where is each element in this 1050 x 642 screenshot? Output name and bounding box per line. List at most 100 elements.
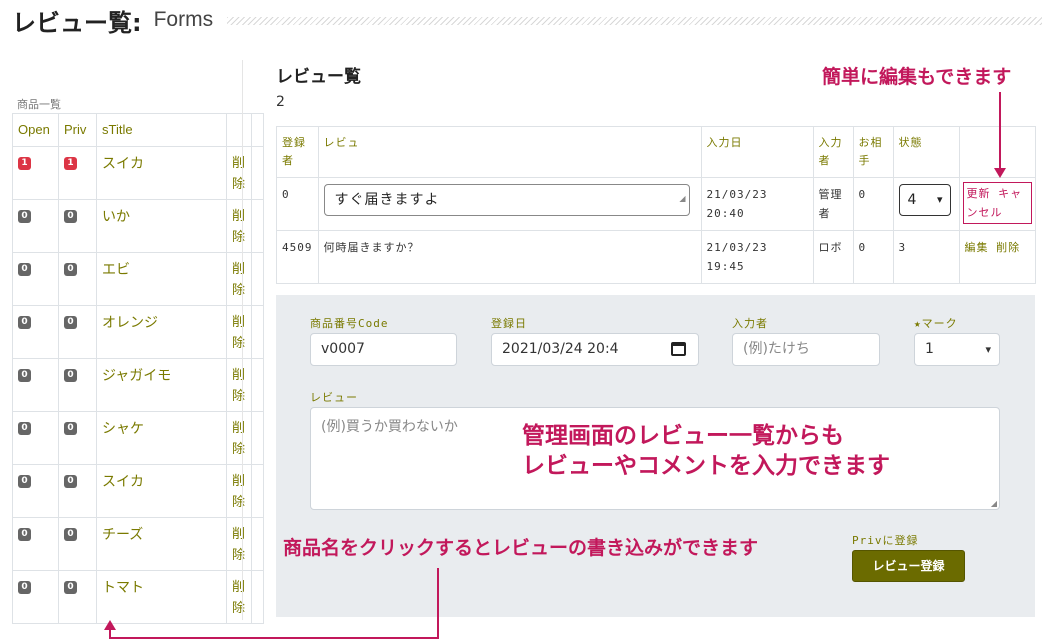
col-partner: お相手 [852, 126, 894, 178]
priv-cell: 0 [58, 570, 97, 624]
extra-cell [251, 517, 264, 571]
extra-cell [251, 464, 264, 518]
title-cell: トマト [96, 570, 227, 624]
code-input[interactable]: v0007 [310, 333, 457, 366]
open-cell: 0 [12, 570, 59, 624]
col-stitle[interactable]: sTitle [96, 113, 227, 147]
delete-link[interactable]: 削除 [232, 471, 246, 513]
product-link[interactable]: シャケ [102, 421, 144, 437]
delete-cell: 削除 [226, 411, 252, 465]
table-row: 0 0 オレンジ 削除 [12, 305, 264, 359]
extra-cell [251, 305, 264, 359]
date-cell: 21/03/23 19:45 [700, 230, 814, 284]
review-placeholder: (例)買うか買わないか [321, 419, 458, 435]
delete-link[interactable]: 削除 [232, 365, 246, 407]
open-cell: 0 [12, 464, 59, 518]
status-select-value: 4 [907, 192, 918, 208]
mark-value: 1 [925, 341, 934, 357]
status-select[interactable]: 4 ▾ [898, 184, 951, 216]
submit-review-button[interactable]: レビュー登録 [852, 550, 965, 582]
date-input[interactable]: 2021/03/24 20:4 [491, 333, 699, 366]
delete-link[interactable]: 削除 [232, 259, 246, 301]
table-row: 0 0 シャケ 削除 [12, 411, 264, 465]
delete-cell: 削除 [226, 252, 252, 306]
code-value: v0007 [321, 341, 365, 357]
review-cell: すぐ届きますよ ◢ [317, 177, 702, 231]
edit-actions-highlight: 更新 キャンセル [962, 182, 1032, 224]
delete-link[interactable]: 削除 [232, 312, 246, 354]
delete-link[interactable]: 削除 [232, 153, 246, 195]
priv-register-label: Privに登録 [852, 534, 919, 547]
priv-badge: 0 [64, 210, 77, 223]
product-link[interactable]: オレンジ [102, 315, 158, 331]
col-review: レビュ [317, 126, 702, 178]
product-link[interactable]: ジャガイモ [102, 368, 171, 384]
product-table-header: Open Priv sTitle [12, 113, 264, 147]
page-subtitle: Forms [153, 8, 214, 31]
title-cell: スイカ [96, 146, 227, 200]
open-badge: 0 [18, 316, 31, 329]
delete-cell: 削除 [226, 305, 252, 359]
chevron-down-icon: ▾ [985, 343, 991, 356]
edit-annotation: 簡単に編集もできます [822, 66, 1012, 88]
review-table-header: 登録者 レビュ 入力日 入力者 お相手 状態 [276, 126, 1036, 178]
product-table: Open Priv sTitle 1 1 スイカ 削除 0 0 いか 削除 0 … [12, 113, 264, 624]
extra-cell [251, 252, 264, 306]
priv-badge: 1 [64, 157, 77, 170]
delete-link[interactable]: 削除 [232, 577, 246, 619]
admin-annotation-line2: レビューやコメントを入力できます [522, 453, 890, 479]
mark-select[interactable]: 1 ▾ [914, 333, 1000, 366]
resize-grip-icon[interactable]: ◢ [991, 499, 997, 508]
open-badge: 0 [18, 581, 31, 594]
delete-cell: 削除 [226, 464, 252, 518]
resize-grip-icon[interactable]: ◢ [679, 184, 686, 214]
date-cell: 21/03/23 20:40 [700, 177, 814, 231]
extra-cell [251, 570, 264, 624]
calendar-icon[interactable] [671, 342, 686, 356]
product-link[interactable]: チーズ [102, 527, 143, 543]
delete-link[interactable]: 削除 [996, 241, 1020, 254]
open-cell: 0 [12, 199, 59, 253]
page-title: レビュー覧: [12, 8, 142, 37]
col-date: 入力日 [700, 126, 814, 178]
delete-link[interactable]: 削除 [232, 418, 246, 460]
open-badge: 0 [18, 528, 31, 541]
table-row: 0 0 スイカ 削除 [12, 464, 264, 518]
edit-link[interactable]: 編集 [965, 241, 989, 254]
table-row: 0 0 チーズ 削除 [12, 517, 264, 571]
review-edit-input[interactable]: すぐ届きますよ ◢ [323, 184, 690, 216]
delete-cell: 削除 [226, 517, 252, 571]
col-priv[interactable]: Priv [58, 113, 97, 147]
title-cell: オレンジ [96, 305, 227, 359]
update-link[interactable]: 更新 [967, 187, 991, 200]
title-cell: エビ [96, 252, 227, 306]
extra-cell [251, 199, 264, 253]
priv-cell: 0 [58, 305, 97, 359]
product-link[interactable]: エビ [102, 262, 130, 278]
product-link[interactable]: スイカ [102, 474, 144, 490]
column-divider [242, 60, 243, 620]
col-open[interactable]: Open [12, 113, 59, 147]
title-cell: いか [96, 199, 227, 253]
table-row: 0 0 トマト 削除 [12, 570, 264, 624]
open-badge: 1 [18, 157, 31, 170]
delete-cell: 削除 [226, 146, 252, 200]
table-row: 0 0 いか 削除 [12, 199, 264, 253]
author-input[interactable]: (例)たけち [732, 333, 880, 366]
delete-link[interactable]: 削除 [232, 206, 246, 248]
priv-badge: 0 [64, 369, 77, 382]
product-link[interactable]: トマト [102, 580, 144, 596]
priv-cell: 0 [58, 358, 97, 412]
title-cell: シャケ [96, 411, 227, 465]
product-link[interactable]: いか [102, 209, 130, 225]
date-line: 21/03/23 [706, 188, 768, 201]
col-status: 状態 [892, 126, 960, 178]
product-link[interactable]: スイカ [102, 156, 144, 172]
review-list-title: レビュー覧 [276, 67, 361, 87]
code-label: 商品番号Code [310, 317, 389, 330]
priv-cell: 0 [58, 517, 97, 571]
click-annotation: 商品名をクリックするとレビューの書き込みができます [283, 537, 759, 559]
col-author: 入力者 [812, 126, 854, 178]
delete-link[interactable]: 削除 [232, 524, 246, 566]
priv-cell: 0 [58, 411, 97, 465]
